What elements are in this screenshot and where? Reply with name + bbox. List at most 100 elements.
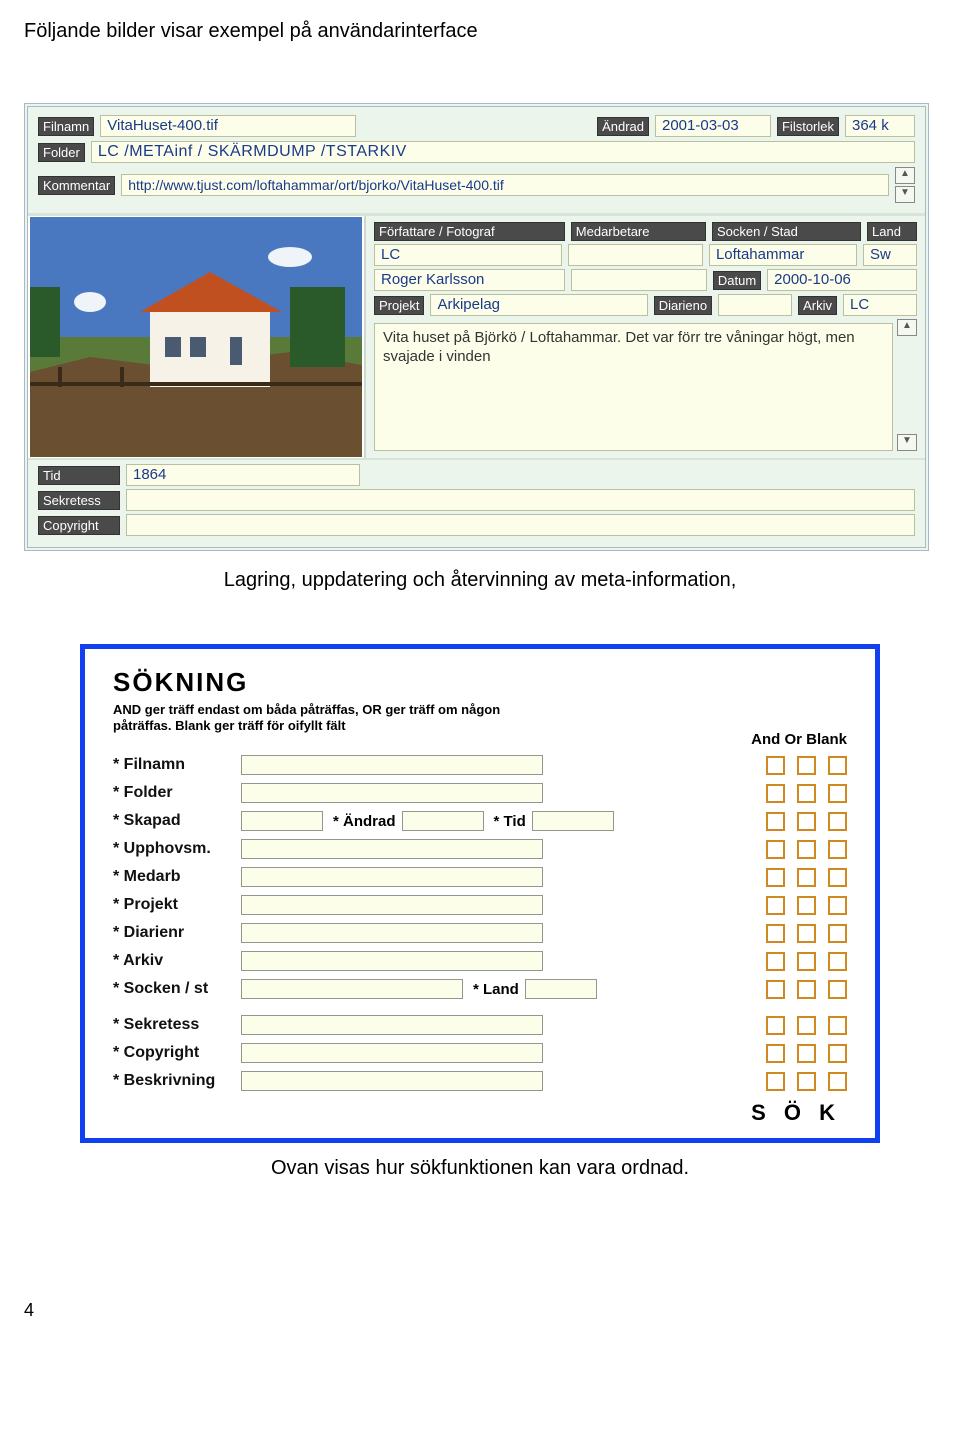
label-datum: Datum	[713, 271, 761, 290]
checkbox-and[interactable]	[766, 840, 785, 859]
checkbox-or[interactable]	[797, 784, 816, 803]
checkbox-blank[interactable]	[828, 896, 847, 915]
input-socken[interactable]	[241, 979, 463, 999]
field-folder[interactable]: LC /METAinf / SKÄRMDUMP /TSTARKIV	[91, 141, 915, 163]
checkbox-and[interactable]	[766, 784, 785, 803]
checkbox-blank[interactable]	[828, 756, 847, 775]
checkbox-and[interactable]	[766, 896, 785, 915]
field-description[interactable]: Vita huset på Björkö / Loftahammar. Det …	[374, 323, 893, 451]
up-arrow-icon[interactable]: ▲	[895, 167, 915, 184]
checkbox-blank[interactable]	[828, 1016, 847, 1035]
field-copyright[interactable]	[126, 514, 915, 536]
checkbox-or[interactable]	[797, 924, 816, 943]
field-sekretess[interactable]	[126, 489, 915, 511]
label-arkiv: * Arkiv	[113, 952, 241, 970]
checkbox-blank[interactable]	[828, 924, 847, 943]
label-socken: * Socken / st	[113, 980, 241, 998]
checkbox-or[interactable]	[797, 840, 816, 859]
checkbox-blank[interactable]	[828, 840, 847, 859]
checkbox-or[interactable]	[797, 896, 816, 915]
checkbox-or[interactable]	[797, 1072, 816, 1091]
input-beskrivning[interactable]	[241, 1071, 543, 1091]
label-sekretess: * Sekretess	[113, 1016, 241, 1034]
field-tid[interactable]: 1864	[126, 464, 360, 486]
label-diarieno: Diarieno	[654, 296, 712, 315]
checkbox-and[interactable]	[766, 952, 785, 971]
label-sekretess: Sekretess	[38, 491, 120, 510]
image-thumbnail	[28, 216, 366, 458]
field-datum[interactable]: 2000-10-06	[767, 269, 917, 291]
label-copyright: Copyright	[38, 516, 120, 535]
checkbox-and[interactable]	[766, 1072, 785, 1091]
input-tid[interactable]	[532, 811, 614, 831]
checkbox-and[interactable]	[766, 756, 785, 775]
label-folder: * Folder	[113, 784, 241, 802]
input-folder[interactable]	[241, 783, 543, 803]
field-forfattare-2[interactable]: Roger Karlsson	[374, 269, 565, 291]
field-socken[interactable]: Loftahammar	[709, 244, 857, 266]
input-arkiv[interactable]	[241, 951, 543, 971]
sok-button[interactable]: S Ö K	[113, 1100, 841, 1126]
field-medarbetare-1[interactable]	[568, 244, 703, 266]
field-medarbetare-2[interactable]	[571, 269, 707, 291]
checkbox-blank[interactable]	[828, 980, 847, 999]
field-diarieno[interactable]	[718, 294, 792, 316]
field-andrad[interactable]: 2001-03-03	[655, 115, 771, 137]
field-projekt[interactable]: Arkipelag	[430, 294, 647, 316]
input-projekt[interactable]	[241, 895, 543, 915]
checkbox-and[interactable]	[766, 980, 785, 999]
checkbox-blank[interactable]	[828, 868, 847, 887]
checkbox-blank[interactable]	[828, 1072, 847, 1091]
field-filnamn[interactable]: VitaHuset-400.tif	[100, 115, 355, 137]
input-filnamn[interactable]	[241, 755, 543, 775]
checkbox-and[interactable]	[766, 812, 785, 831]
checkbox-blank[interactable]	[828, 784, 847, 803]
checkbox-or[interactable]	[797, 952, 816, 971]
input-diarienr[interactable]	[241, 923, 543, 943]
checkbox-and[interactable]	[766, 868, 785, 887]
label-socken: Socken / Stad	[712, 222, 861, 241]
label-andrad-inline: * Ändrad	[333, 813, 396, 830]
intro-text: Följande bilder visar exempel på använda…	[24, 20, 936, 43]
checkbox-blank[interactable]	[828, 952, 847, 971]
input-upphovsm[interactable]	[241, 839, 543, 859]
down-arrow-icon[interactable]: ▼	[895, 186, 915, 203]
checkbox-or[interactable]	[797, 812, 816, 831]
caption-panel1: Lagring, uppdatering och återvinning av …	[24, 569, 936, 592]
checkbox-and[interactable]	[766, 924, 785, 943]
label-medarbetare: Medarbetare	[571, 222, 706, 241]
input-andrad[interactable]	[402, 811, 484, 831]
input-copyright[interactable]	[241, 1043, 543, 1063]
checkbox-or[interactable]	[797, 980, 816, 999]
up-arrow-icon[interactable]: ▲	[897, 319, 917, 336]
checkbox-blank[interactable]	[828, 1044, 847, 1063]
label-filnamn: * Filnamn	[113, 756, 241, 774]
checkbox-and[interactable]	[766, 1044, 785, 1063]
label-filstorlek: Filstorlek	[777, 117, 839, 136]
field-land[interactable]: Sw	[863, 244, 917, 266]
column-header-and-or-blank: And Or Blank	[751, 731, 847, 748]
label-projekt: Projekt	[374, 296, 424, 315]
input-sekretess[interactable]	[241, 1015, 543, 1035]
field-arkiv[interactable]: LC	[843, 294, 917, 316]
checkbox-and[interactable]	[766, 1016, 785, 1035]
field-kommentar[interactable]: http://www.tjust.com/loftahammar/ort/bjo…	[121, 174, 889, 196]
checkbox-or[interactable]	[797, 1044, 816, 1063]
input-land[interactable]	[525, 979, 597, 999]
field-forfattare-1[interactable]: LC	[374, 244, 562, 266]
checkbox-or[interactable]	[797, 756, 816, 775]
input-skapad[interactable]	[241, 811, 323, 831]
label-kommentar: Kommentar	[38, 176, 115, 195]
page-number: 4	[24, 1300, 936, 1321]
checkbox-or[interactable]	[797, 868, 816, 887]
label-filnamn: Filnamn	[38, 117, 94, 136]
checkbox-or[interactable]	[797, 1016, 816, 1035]
label-beskrivning: * Beskrivning	[113, 1072, 241, 1090]
label-forfattare: Författare / Fotograf	[374, 222, 565, 241]
label-tid-inline: * Tid	[494, 813, 526, 830]
down-arrow-icon[interactable]: ▼	[897, 434, 917, 451]
label-skapad: * Skapad	[113, 812, 241, 830]
checkbox-blank[interactable]	[828, 812, 847, 831]
input-medarb[interactable]	[241, 867, 543, 887]
field-filstorlek[interactable]: 364 k	[845, 115, 915, 137]
